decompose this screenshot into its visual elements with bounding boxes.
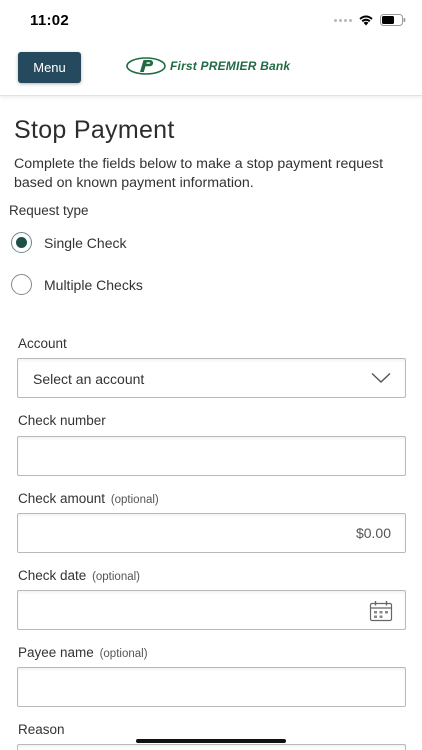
status-icons <box>334 14 406 26</box>
payee-name-field[interactable] <box>17 667 406 707</box>
status-bar: 11:02 <box>0 0 422 44</box>
check-amount-label-text: Check amount <box>18 491 106 506</box>
battery-icon <box>380 14 406 26</box>
payee-name-input[interactable] <box>18 668 405 706</box>
request-type-label: Request type <box>9 203 89 218</box>
bank-logo-icon <box>126 57 166 75</box>
radio-button-selected[interactable] <box>11 232 32 253</box>
optional-tag: (optional) <box>110 494 159 506</box>
home-indicator <box>136 739 286 743</box>
payee-name-label-text: Payee name <box>18 645 94 660</box>
check-date-label-text: Check date <box>18 568 87 583</box>
chevron-down-icon <box>371 372 391 383</box>
status-time: 11:02 <box>30 12 70 29</box>
page-description: Complete the fields below to make a stop… <box>14 156 384 191</box>
account-label: Account <box>18 336 67 351</box>
payee-name-label: Payee name (optional) <box>18 645 148 660</box>
wifi-icon <box>359 15 373 26</box>
check-date-input[interactable] <box>18 591 405 629</box>
check-amount-field[interactable] <box>17 513 406 553</box>
check-number-label: Check number <box>18 413 106 428</box>
check-date-label: Check date (optional) <box>18 568 140 583</box>
check-number-field[interactable] <box>17 436 406 476</box>
account-select[interactable]: Select an account <box>17 358 406 398</box>
radio-button-unselected[interactable] <box>11 274 32 295</box>
calendar-icon[interactable] <box>369 600 393 622</box>
bank-logo: First PREMIER Bank <box>126 57 290 75</box>
radio-single-check[interactable]: Single Check <box>11 232 127 253</box>
account-select-value: Select an account <box>33 371 145 387</box>
reason-label: Reason <box>18 722 65 737</box>
page-title: Stop Payment <box>14 116 175 144</box>
check-date-field[interactable] <box>17 590 406 630</box>
app-header: Menu First PREMIER Bank <box>0 44 422 96</box>
optional-tag: (optional) <box>92 571 141 583</box>
radio-label-multiple-checks: Multiple Checks <box>44 276 143 293</box>
menu-button[interactable]: Menu <box>18 52 81 83</box>
bank-logo-text: First PREMIER Bank <box>170 59 291 73</box>
radio-label-single-check: Single Check <box>44 234 127 251</box>
check-amount-input[interactable] <box>18 514 405 552</box>
optional-tag: (optional) <box>99 648 148 660</box>
cellular-signal-icon <box>334 18 352 22</box>
check-amount-label: Check amount (optional) <box>18 491 159 506</box>
reason-field[interactable] <box>17 744 406 750</box>
radio-multiple-checks[interactable]: Multiple Checks <box>11 274 143 295</box>
check-number-input[interactable] <box>18 437 405 475</box>
